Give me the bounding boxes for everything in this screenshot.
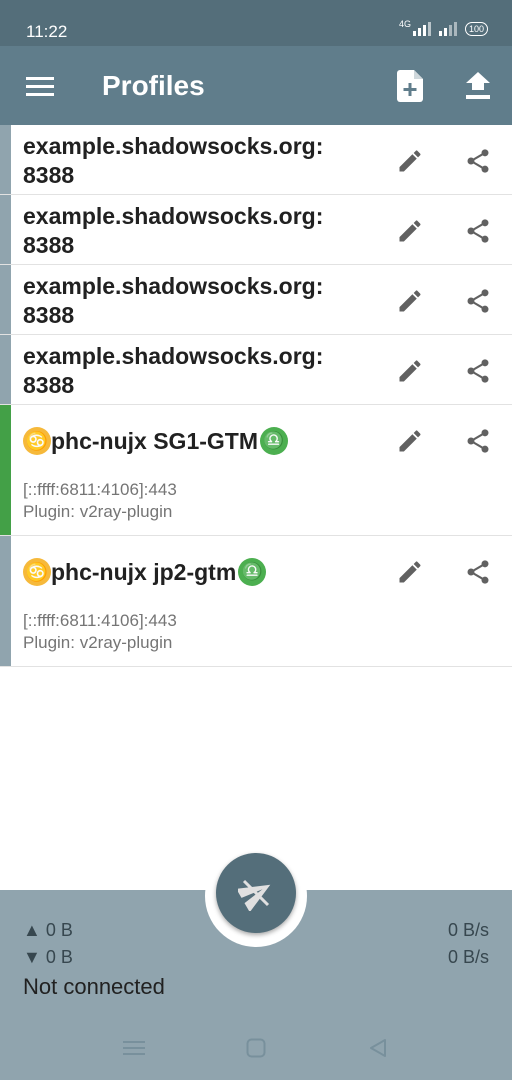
cancer-emoji-icon: ♋: [23, 558, 51, 586]
connection-status: Not connected: [23, 974, 165, 999]
libra-emoji-icon: ♎: [260, 427, 288, 455]
status-bar: 11:22 4G 100: [0, 0, 512, 46]
profile-address: [::ffff:6811:4106]:443: [23, 611, 177, 630]
menu-icon[interactable]: [20, 68, 60, 104]
profile-indicator: [0, 265, 11, 334]
paper-plane-icon: [238, 879, 271, 911]
share-icon[interactable]: [460, 283, 496, 319]
network-type: 4G: [398, 19, 411, 29]
share-icon[interactable]: [460, 423, 496, 459]
profile-item[interactable]: ♋ phc-nujx jp2-gtm ♎ [::ffff:6811:4106]:…: [0, 536, 512, 667]
profile-name: example.shadowsocks.org: 8388: [23, 133, 324, 188]
edit-icon[interactable]: [392, 283, 428, 319]
share-icon[interactable]: [460, 554, 496, 590]
profile-item[interactable]: example.shadowsocks.org: 8388: [0, 335, 512, 405]
battery-icon: 100: [464, 22, 488, 36]
home-icon[interactable]: [238, 1034, 274, 1062]
share-icon[interactable]: [460, 213, 496, 249]
profile-name: example.shadowsocks.org: 8388: [23, 203, 324, 258]
profile-item-active[interactable]: ♋ phc-nujx SG1-GTM ♎ [::ffff:6811:4106]:…: [0, 405, 512, 536]
profile-name: example.shadowsocks.org: 8388: [23, 273, 324, 328]
profile-item[interactable]: example.shadowsocks.org: 8388: [0, 125, 512, 195]
upload-icon[interactable]: [458, 66, 498, 106]
profile-address: [::ffff:6811:4106]:443: [23, 480, 177, 499]
share-icon[interactable]: [460, 353, 496, 389]
edit-icon[interactable]: [392, 423, 428, 459]
profile-active-indicator: [0, 405, 11, 535]
profile-plugin: Plugin: v2ray-plugin: [23, 502, 173, 521]
connect-fab[interactable]: [216, 853, 296, 933]
signal-icon-2: [438, 22, 457, 36]
edit-icon[interactable]: [392, 213, 428, 249]
profile-indicator: [0, 536, 11, 666]
edit-icon[interactable]: [392, 143, 428, 179]
libra-emoji-icon: ♎: [238, 558, 267, 586]
edit-icon[interactable]: [392, 554, 428, 590]
profile-item[interactable]: example.shadowsocks.org: 8388: [0, 195, 512, 265]
tx-total: ▲ 0 B: [23, 920, 73, 940]
share-icon[interactable]: [460, 143, 496, 179]
profile-list: example.shadowsocks.org: 8388 example.sh…: [0, 125, 512, 667]
status-icons: 4G 100: [398, 19, 488, 36]
profile-name: ♋ phc-nujx SG1-GTM ♎: [23, 426, 288, 456]
profile-label: phc-nujx jp2-gtm: [51, 559, 237, 585]
signal-icon: [412, 22, 431, 36]
edit-icon[interactable]: [392, 353, 428, 389]
profile-name: ♋ phc-nujx jp2-gtm ♎: [23, 557, 267, 587]
app-bar: Profiles: [0, 46, 512, 125]
recents-menu-icon[interactable]: [116, 1034, 152, 1062]
page-title: Profiles: [102, 70, 205, 101]
profile-indicator: [0, 335, 11, 404]
rx-rate: 0 B/s: [447, 947, 489, 967]
profile-indicator: [0, 125, 11, 194]
system-nav-bar: [0, 1020, 512, 1080]
profile-indicator: [0, 195, 11, 264]
cancer-emoji-icon: ♋: [23, 427, 51, 455]
profile-name: example.shadowsocks.org: 8388: [23, 343, 324, 398]
profile-plugin: Plugin: v2ray-plugin: [23, 633, 173, 652]
profile-item[interactable]: example.shadowsocks.org: 8388: [0, 265, 512, 335]
add-file-icon[interactable]: [390, 66, 430, 106]
rx-total: ▼ 0 B: [23, 947, 73, 967]
status-time: 11:22: [26, 22, 68, 41]
back-icon[interactable]: [360, 1034, 396, 1062]
tx-rate: 0 B/s: [447, 920, 489, 940]
profile-label: phc-nujx SG1-GTM: [51, 428, 258, 454]
